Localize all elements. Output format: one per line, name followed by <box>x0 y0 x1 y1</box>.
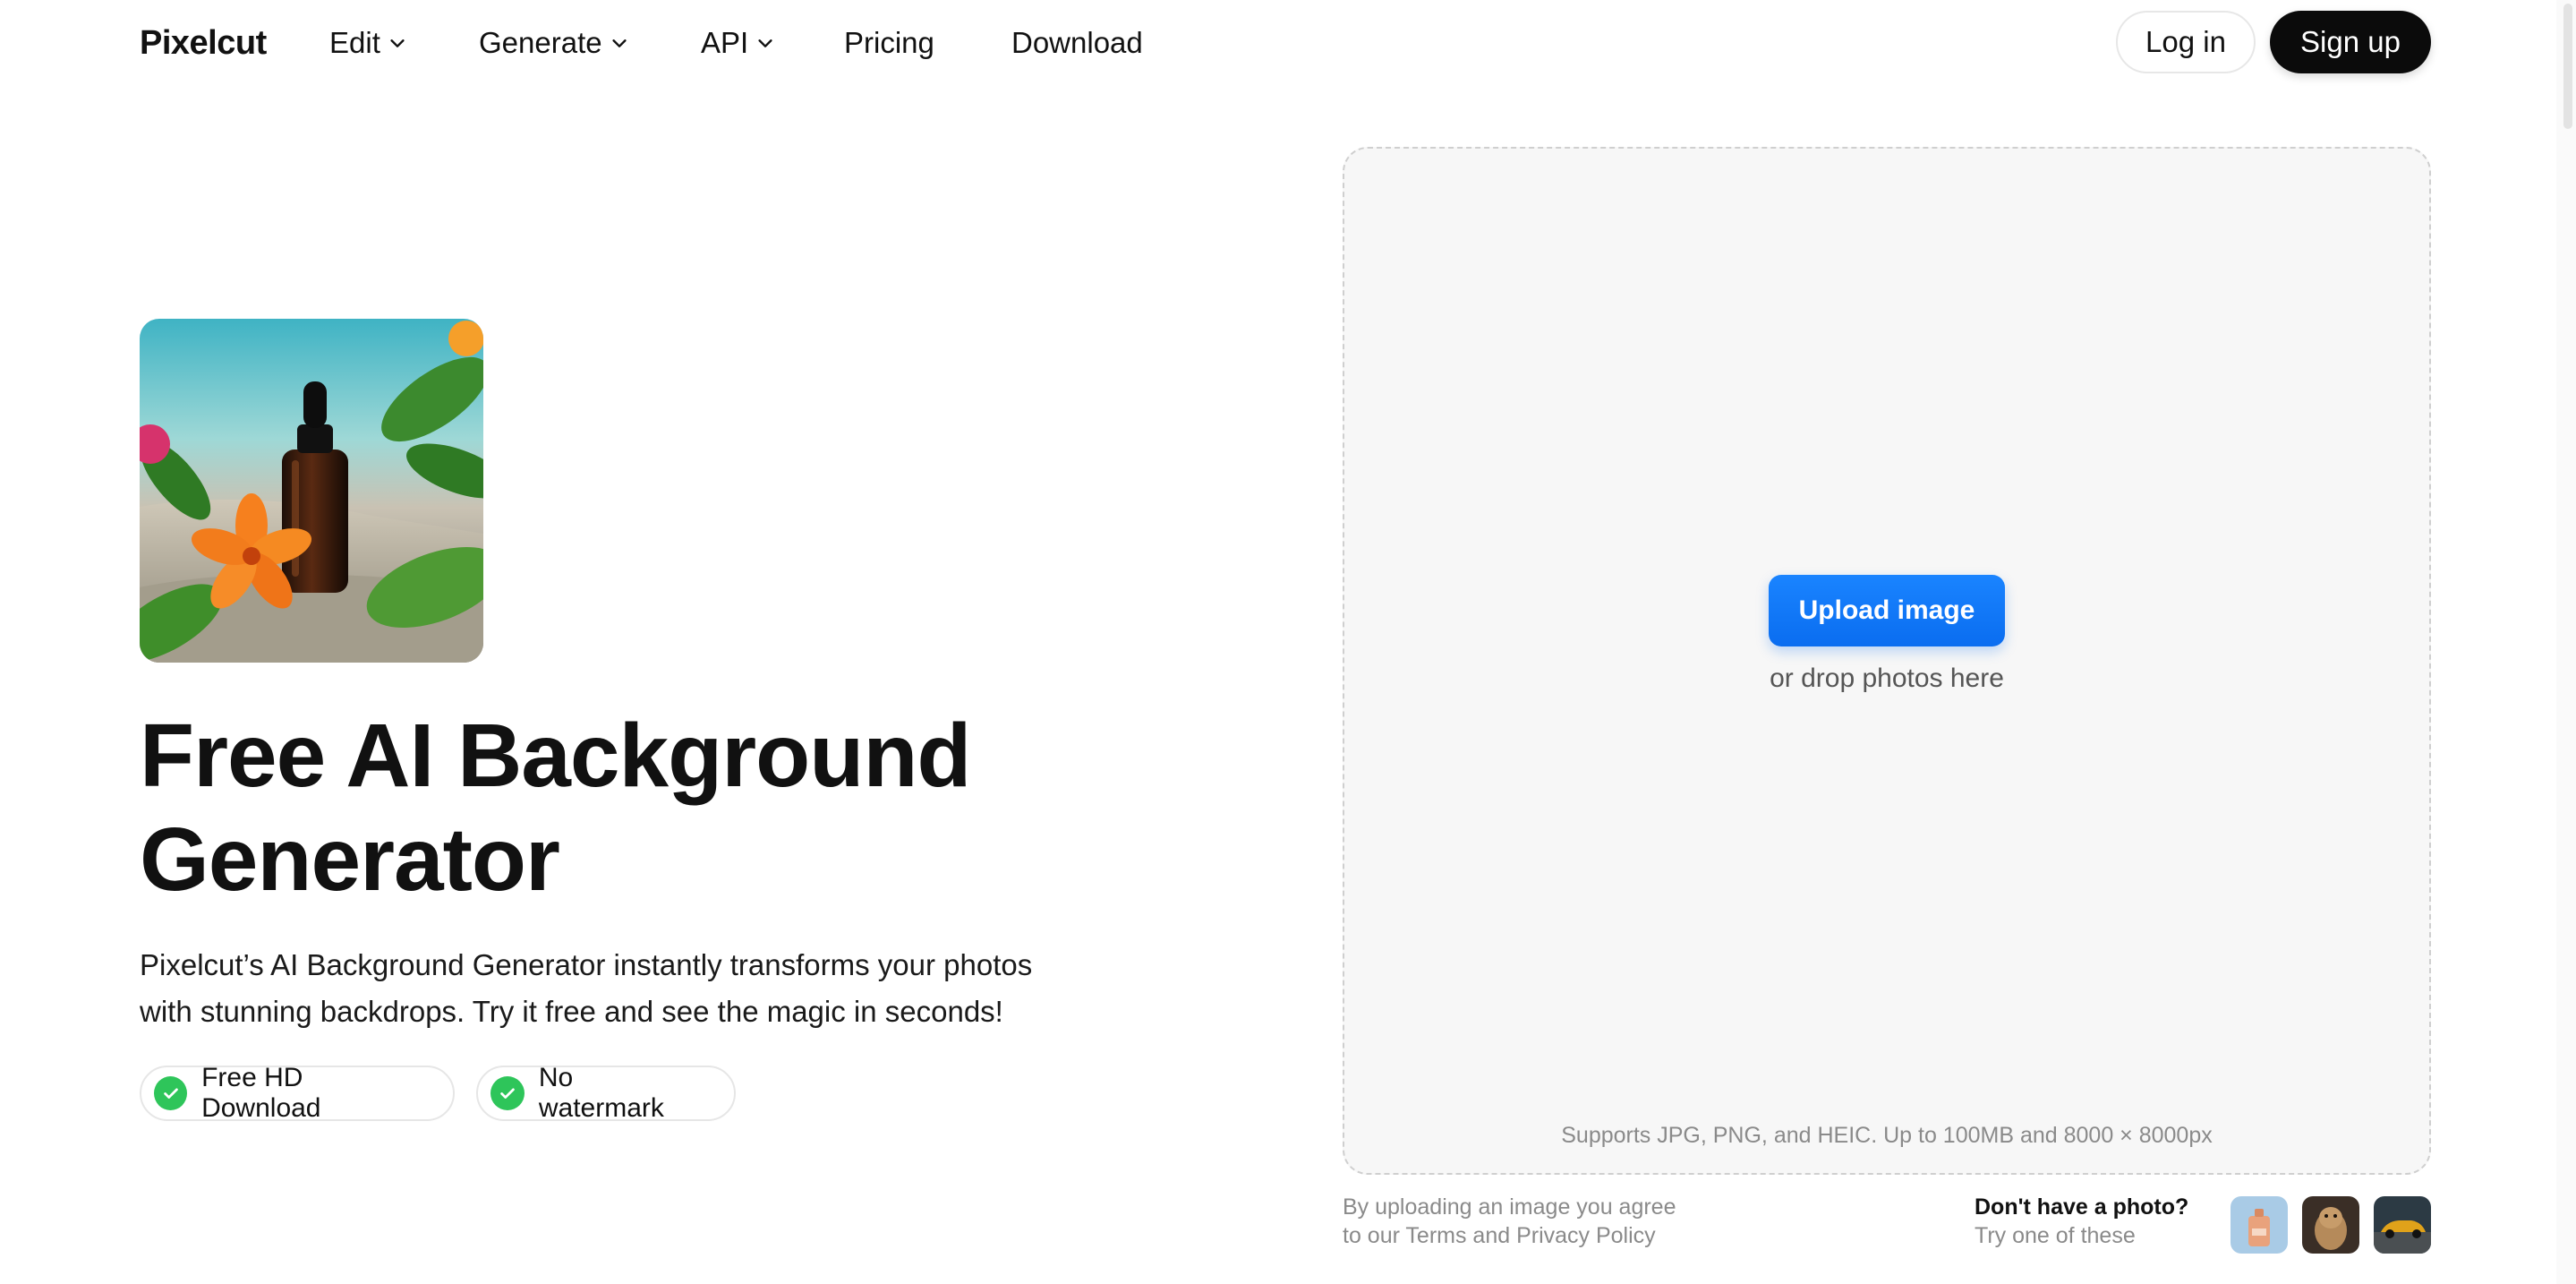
sample-image-car[interactable] <box>2374 1196 2431 1254</box>
sample-image-dog[interactable] <box>2302 1196 2359 1254</box>
sample-image-perfume[interactable] <box>2231 1196 2288 1254</box>
hero-product-image <box>140 319 483 663</box>
sample-prompt-subtitle: Try one of these <box>1975 1223 2136 1248</box>
nav-item-label: Download <box>1011 26 1143 59</box>
description-line-2: with stunning backdrops. Try it free and… <box>140 995 1003 1028</box>
title-line-2: Generator <box>140 809 560 910</box>
nav-item-label: API <box>701 26 749 59</box>
nav-item-label: Pricing <box>844 26 934 59</box>
description-line-1: Pixelcut’s AI Background Generator insta… <box>140 948 1033 981</box>
car-thumbnail <box>2374 1196 2431 1254</box>
scrollbar-thumb[interactable] <box>2563 4 2572 129</box>
nav-item-generate[interactable]: Generate <box>479 21 629 64</box>
badge-free-hd-download: Free HD Download <box>140 1063 455 1123</box>
upload-image-button[interactable]: Upload image <box>1769 575 2005 646</box>
terms-notice: By uploading an image you agree to our T… <box>1343 1193 1808 1250</box>
page-scrollbar[interactable] <box>2556 0 2576 1284</box>
nav-item-label: Generate <box>479 26 602 59</box>
check-icon <box>154 1076 188 1110</box>
nav-item-api[interactable]: API <box>701 21 775 64</box>
serum-bottle-illustration <box>140 319 483 663</box>
supported-formats-note: Supports JPG, PNG, and HEIC. Up to 100MB… <box>1561 1123 2213 1148</box>
nav-item-label: Edit <box>329 26 380 59</box>
badge-no-watermark: No watermark <box>476 1063 736 1123</box>
nav-item-pricing[interactable]: Pricing <box>844 21 934 64</box>
title-line-1: Free AI Background <box>140 706 971 806</box>
hero-description: Pixelcut’s AI Background Generator insta… <box>140 942 1142 1035</box>
login-button[interactable]: Log in <box>2116 11 2256 73</box>
check-icon <box>490 1076 525 1110</box>
badge-label: Free HD Download <box>201 1063 321 1123</box>
signup-button[interactable]: Sign up <box>2270 11 2431 73</box>
page-title: Free AI Background Generator <box>140 704 1214 912</box>
dog-thumbnail <box>2302 1196 2359 1254</box>
nav-item-download[interactable]: Download <box>1011 21 1143 64</box>
terms-line-1: By uploading an image you agree <box>1343 1194 1676 1220</box>
sample-prompt-title: Don't have a photo? <box>1975 1194 2189 1220</box>
perfume-thumbnail <box>2231 1196 2288 1254</box>
chevron-down-icon <box>758 39 772 47</box>
chevron-down-icon <box>390 39 405 47</box>
badge-label: No watermark <box>538 1063 664 1123</box>
top-navigation: Pixelcut Edit Generate API Pricing Downl… <box>0 0 2576 86</box>
nav-item-edit[interactable]: Edit <box>329 21 407 64</box>
logo[interactable]: Pixelcut <box>140 21 267 64</box>
drop-hint: or drop photos here <box>1770 663 2004 693</box>
chevron-down-icon <box>611 39 627 47</box>
terms-line-2[interactable]: to our Terms and Privacy Policy <box>1343 1223 1656 1248</box>
